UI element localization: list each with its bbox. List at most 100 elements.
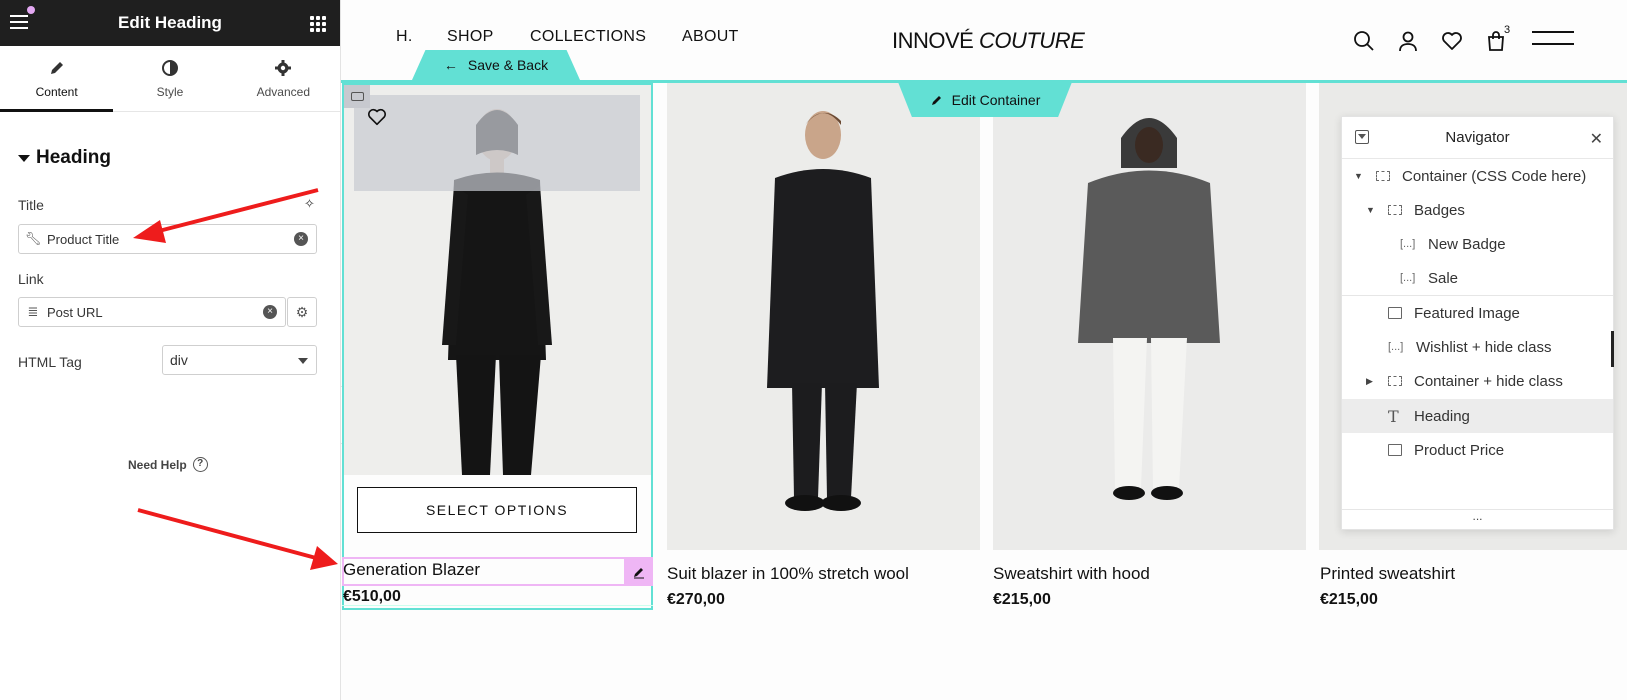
- nav-home[interactable]: H.: [396, 28, 413, 46]
- edit-container-button[interactable]: Edit Container: [898, 82, 1072, 117]
- navigator-item[interactable]: ▶ Container + hide class: [1342, 364, 1613, 398]
- navigator-item-label: Badges: [1414, 201, 1465, 219]
- navigator-item-label: Product Price: [1414, 441, 1505, 459]
- container-icon: [1388, 376, 1402, 386]
- site-menu-icon[interactable]: [1532, 31, 1574, 55]
- title-field[interactable]: 🔧︎ Product Title ×: [18, 224, 317, 254]
- screen: Edit Heading Content Style Advanced Head…: [0, 0, 1627, 700]
- link-field-value: Post URL: [47, 304, 103, 320]
- panel-tabs: Content Style Advanced: [0, 46, 340, 112]
- navigator-item[interactable]: [...] New Badge: [1342, 227, 1613, 261]
- save-back-label: Save & Back: [467, 57, 549, 73]
- contrast-icon: [161, 59, 179, 79]
- tab-advanced[interactable]: Advanced: [227, 46, 340, 111]
- need-help-link[interactable]: Need Help ?: [128, 457, 208, 472]
- menu-icon[interactable]: [10, 15, 28, 30]
- model-figure-3: [993, 83, 1306, 550]
- product-card-selected-outline: [342, 83, 653, 610]
- tab-content[interactable]: Content: [0, 46, 114, 112]
- link-label: Link: [18, 271, 44, 287]
- navigator-item-label: Container (CSS Code here): [1402, 167, 1587, 185]
- product-price-2: €270,00: [667, 591, 725, 608]
- editor-panel: Edit Heading Content Style Advanced Head…: [0, 0, 341, 700]
- ai-sparkle-icon[interactable]: ✧: [304, 196, 315, 212]
- navigator-panel: Navigator ✕ ▼ Container (CSS Code here) …: [1341, 116, 1614, 530]
- container-icon: [1376, 171, 1390, 181]
- navigator-item[interactable]: [...] Wishlist + hide class: [1342, 330, 1613, 364]
- help-icon: ?: [192, 457, 208, 472]
- search-icon[interactable]: [1353, 30, 1375, 52]
- navigator-item-label: New Badge: [1428, 235, 1506, 253]
- image-icon: [1388, 307, 1402, 319]
- section-title: Heading: [36, 147, 111, 168]
- panel-header: Edit Heading: [0, 0, 340, 46]
- close-icon[interactable]: ✕: [1590, 129, 1603, 149]
- tab-style[interactable]: Style: [113, 46, 226, 111]
- product-price-3: €215,00: [993, 591, 1051, 608]
- section-heading-toggle[interactable]: Heading: [18, 147, 111, 169]
- caret-down-icon: [18, 154, 30, 162]
- clear-icon[interactable]: ×: [263, 305, 277, 319]
- edit-heading-button[interactable]: [624, 557, 653, 586]
- shortcode-icon: [...]: [1388, 341, 1404, 353]
- link-settings-button[interactable]: ⚙: [287, 297, 317, 327]
- nav-shop[interactable]: SHOP: [447, 28, 494, 46]
- notification-dot: [27, 6, 35, 14]
- navigator-item-label: Container + hide class: [1414, 372, 1563, 390]
- gear-icon: ⚙: [295, 303, 309, 320]
- heading-icon: T: [1388, 406, 1399, 426]
- navigator-header: Navigator ✕: [1342, 117, 1613, 159]
- site-logo[interactable]: INNOVÉ COUTURE: [892, 28, 1085, 54]
- gear-icon: [274, 59, 292, 79]
- logo-italic: COUTURE: [978, 28, 1085, 53]
- panel-title: Edit Heading: [118, 13, 222, 32]
- product-title-1[interactable]: Generation Blazer: [343, 560, 480, 580]
- navigator-resize-handle[interactable]: ...: [1342, 509, 1613, 529]
- nav-collections[interactable]: COLLECTIONS: [530, 28, 646, 46]
- title-label: Title: [18, 197, 44, 213]
- apps-grid-icon[interactable]: [310, 16, 326, 32]
- clear-icon[interactable]: ×: [294, 232, 308, 246]
- product-image-2[interactable]: [667, 83, 980, 550]
- navigator-item-selected[interactable]: T Heading: [1342, 399, 1613, 433]
- model-figure-2: [667, 83, 980, 550]
- navigator-item[interactable]: ▼ Badges: [1342, 193, 1613, 227]
- navigator-item[interactable]: [...] Sale: [1342, 261, 1613, 295]
- price-icon: [1388, 444, 1402, 456]
- save-and-back-button[interactable]: ← Save & Back: [412, 50, 580, 80]
- edit-container-label: Edit Container: [951, 91, 1041, 108]
- navigator-item-label: Wishlist + hide class: [1416, 338, 1552, 356]
- product-price-4: €215,00: [1320, 591, 1378, 608]
- product-price-1: €510,00: [343, 588, 401, 605]
- tab-label: Content: [35, 84, 78, 99]
- navigator-item-label: Featured Image: [1414, 304, 1520, 322]
- navigator-title: Navigator: [1445, 129, 1510, 146]
- account-icon[interactable]: [1397, 30, 1419, 52]
- wishlist-heart-icon[interactable]: [1441, 30, 1463, 52]
- shortcode-icon: [...]: [1400, 272, 1416, 284]
- logo-main: INNOVÉ: [892, 28, 974, 53]
- link-field[interactable]: ≣ Post URL ×: [18, 297, 286, 327]
- pencil-icon: [931, 95, 941, 105]
- navigator-item[interactable]: Featured Image: [1342, 296, 1613, 330]
- collapse-all-icon[interactable]: [1355, 130, 1369, 144]
- need-help-label: Need Help: [128, 457, 187, 472]
- product-title-3[interactable]: Sweatshirt with hood: [993, 564, 1150, 584]
- cart-count-badge: 3: [1504, 24, 1511, 36]
- caret-down-icon: ▼: [1354, 171, 1363, 181]
- html-tag-label: HTML Tag: [18, 354, 82, 370]
- tab-label: Style: [156, 84, 184, 99]
- navigator-item-label: Sale: [1428, 269, 1459, 287]
- product-title-4[interactable]: Printed sweatshirt: [1320, 564, 1455, 584]
- caret-right-icon: ▶: [1366, 375, 1373, 386]
- product-title-2[interactable]: Suit blazer in 100% stretch wool: [667, 564, 909, 584]
- html-tag-value: div: [170, 352, 188, 368]
- pencil-icon: [48, 59, 66, 79]
- pencil-icon: [633, 567, 644, 578]
- navigator-scrollbar[interactable]: [1611, 331, 1614, 367]
- product-image-3[interactable]: [993, 83, 1306, 550]
- html-tag-select[interactable]: div: [162, 345, 317, 375]
- navigator-item[interactable]: ▼ Container (CSS Code here): [1342, 159, 1613, 193]
- nav-about[interactable]: ABOUT: [682, 28, 739, 46]
- navigator-item[interactable]: Product Price: [1342, 433, 1613, 467]
